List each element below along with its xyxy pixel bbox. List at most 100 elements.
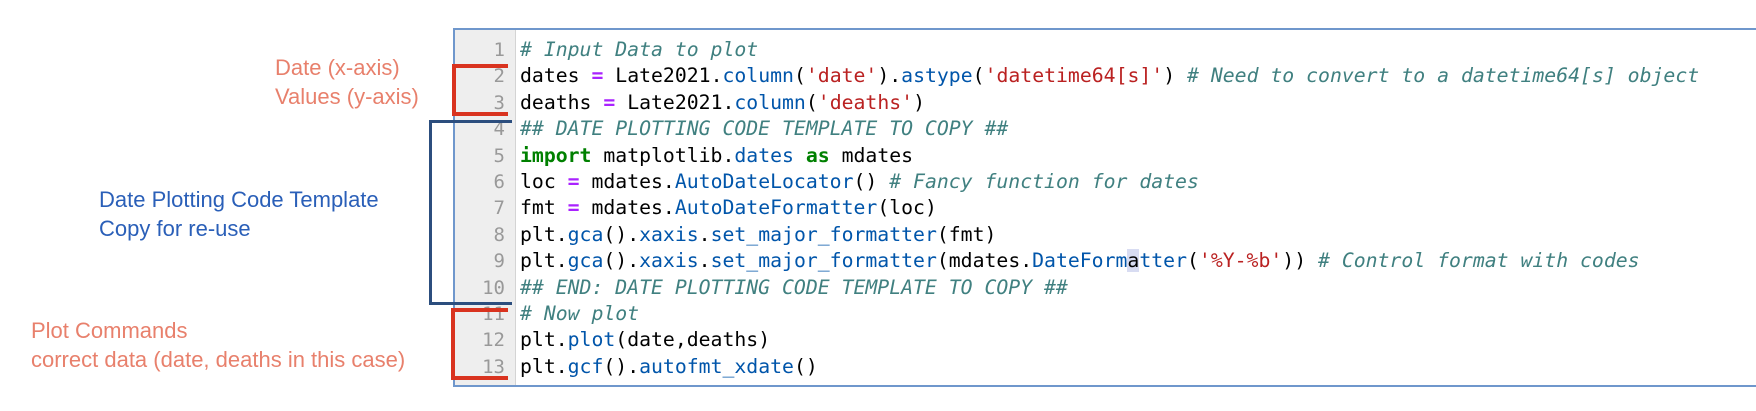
- annotation-line: Values (y-axis): [275, 84, 419, 109]
- code-token: '%Y-%b': [1198, 249, 1283, 273]
- code-line[interactable]: 8 plt.gca().xaxis.set_major_formatter(fmt…: [455, 222, 1756, 248]
- code-token: 'deaths': [817, 90, 914, 114]
- annotation-line: Plot Commands: [31, 318, 188, 343]
- code-token: plt.: [520, 222, 568, 246]
- code-token: # Control format with codes: [1318, 249, 1640, 273]
- code-token: (: [793, 64, 806, 88]
- code-token: (mdates.: [936, 249, 1033, 273]
- code-token: .: [698, 249, 711, 273]
- code-text[interactable]: plt.gca().xaxis.set_major_formatter(fmt): [520, 222, 996, 248]
- annotation-plot: Plot Commands correct data (date, deaths…: [31, 316, 405, 374]
- code-token: AutoDateLocator: [674, 169, 854, 193]
- code-text[interactable]: plt.gcf().autofmt_xdate(): [520, 354, 818, 380]
- code-token: # Input Data to plot: [520, 38, 759, 61]
- code-token: (): [793, 354, 818, 378]
- code-token: tter: [1139, 249, 1187, 273]
- code-token: Late2021.: [603, 64, 723, 88]
- code-line[interactable]: 11 # Now plot: [455, 301, 1756, 327]
- code-token: import: [520, 143, 592, 167]
- code-text[interactable]: import matplotlib.dates as mdates: [520, 143, 913, 169]
- code-token: a: [1127, 249, 1140, 273]
- code-token: 'date': [805, 64, 878, 88]
- code-line[interactable]: 10 ## END: DATE PLOTTING CODE TEMPLATE TO…: [455, 275, 1756, 301]
- code-lines[interactable]: 1 # Input Data to plot 2 dates = Late2021.c…: [455, 37, 1756, 380]
- annotation-template: Date Plotting Code Template Copy for re-…: [99, 185, 379, 243]
- code-token: (date,deaths): [615, 328, 771, 352]
- code-token: xaxis: [639, 222, 699, 246]
- code-token: ## DATE PLOTTING CODE TEMPLATE TO COPY #…: [520, 117, 1009, 141]
- code-text[interactable]: ## END: DATE PLOTTING CODE TEMPLATE TO C…: [520, 275, 1068, 301]
- annotation-data-axes: Date (x-axis) Values (y-axis): [275, 53, 419, 111]
- code-line[interactable]: 13 plt.gcf().autofmt_xdate(): [455, 354, 1756, 380]
- code-text[interactable]: plt.gca().xaxis.set_major_formatter(mdat…: [520, 248, 1640, 274]
- code-token: xaxis: [639, 249, 699, 273]
- code-token: ().: [603, 249, 640, 273]
- code-token: ): [1163, 64, 1188, 88]
- code-token: ).: [877, 64, 902, 88]
- code-token: =: [567, 196, 580, 220]
- code-line[interactable]: 1 # Input Data to plot: [455, 37, 1756, 63]
- code-token: =: [567, 169, 580, 193]
- code-line[interactable]: 12 plt.plot(date,deaths): [455, 327, 1756, 353]
- code-token: dates: [520, 64, 592, 88]
- line-number: 1: [493, 39, 505, 61]
- code-token: .: [698, 222, 711, 246]
- code-token: Late2021.: [615, 90, 735, 114]
- code-line[interactable]: 7 fmt = mdates.AutoDateFormatter(loc): [455, 195, 1756, 221]
- annotation-line: Date (x-axis): [275, 55, 400, 80]
- code-token: as: [805, 143, 830, 167]
- code-token: fmt: [520, 196, 568, 220]
- code-token: (: [805, 90, 818, 114]
- code-line[interactable]: 9 plt.gca().xaxis.set_major_formatter(mda…: [455, 248, 1756, 274]
- code-token: autofmt_xdate: [639, 354, 794, 378]
- code-token: mdates: [829, 143, 914, 167]
- code-token: mdates.: [579, 196, 675, 220]
- code-token: # Need to convert to a datetime64[s] obj…: [1187, 64, 1700, 88]
- code-line[interactable]: 2 dates = Late2021.column('date').astype(…: [455, 63, 1756, 89]
- plot-lines-bracket: [451, 308, 508, 380]
- code-token: =: [603, 90, 616, 114]
- code-token: gca: [567, 222, 604, 246]
- code-token: ): [913, 90, 925, 114]
- code-token: mdates.: [579, 169, 675, 193]
- code-line[interactable]: 3 deaths = Late2021.column('deaths'): [455, 90, 1756, 116]
- code-editor[interactable]: 1 # Input Data to plot 2 dates = Late2021.c…: [453, 28, 1756, 387]
- annotation-line: Date Plotting Code Template: [99, 187, 379, 212]
- code-text[interactable]: deaths = Late2021.column('deaths'): [520, 90, 925, 116]
- code-token: )): [1282, 249, 1319, 273]
- code-token: deaths: [520, 90, 604, 114]
- code-token: column: [734, 90, 806, 114]
- code-token: ().: [603, 354, 640, 378]
- template-lines-bracket: [429, 120, 512, 305]
- code-text[interactable]: # Now plot: [520, 301, 639, 327]
- code-line[interactable]: 6 loc = mdates.AutoDateLocator() # Fancy …: [455, 169, 1756, 195]
- annotation-line: correct data (date, deaths in this case): [31, 347, 406, 372]
- code-token: plot: [567, 328, 616, 352]
- code-token: ## END: DATE PLOTTING CODE TEMPLATE TO C…: [520, 275, 1068, 299]
- code-token: gcf: [567, 354, 604, 378]
- code-text[interactable]: dates = Late2021.column('date').astype('…: [520, 63, 1699, 89]
- data-lines-bracket: [452, 64, 508, 116]
- code-text[interactable]: ## DATE PLOTTING CODE TEMPLATE TO COPY #…: [520, 116, 1008, 142]
- code-token: matplotlib.: [591, 143, 735, 167]
- code-token: set_major_formatter: [710, 249, 937, 273]
- code-token: # Fancy function for dates: [889, 169, 1199, 193]
- code-text[interactable]: plt.plot(date,deaths): [520, 327, 770, 353]
- code-token: (loc): [877, 196, 937, 220]
- code-token: dates: [734, 143, 794, 167]
- code-token: set_major_formatter: [710, 222, 937, 246]
- code-text[interactable]: # Input Data to plot: [520, 37, 758, 63]
- code-token: DateForm: [1032, 249, 1128, 273]
- code-text[interactable]: loc = mdates.AutoDateLocator() # Fancy f…: [520, 169, 1199, 195]
- code-text[interactable]: fmt = mdates.AutoDateFormatter(loc): [520, 195, 937, 221]
- code-token: =: [591, 64, 604, 88]
- code-line[interactable]: 5 import matplotlib.dates as mdates: [455, 143, 1756, 169]
- code-token: 'datetime64[s]': [984, 64, 1164, 88]
- code-line[interactable]: 4 ## DATE PLOTTING CODE TEMPLATE TO COPY …: [455, 116, 1756, 142]
- code-token: ().: [603, 222, 640, 246]
- code-token: plt.: [520, 328, 568, 352]
- code-token: (): [853, 169, 890, 193]
- code-token: loc: [520, 169, 568, 193]
- code-token: gca: [567, 249, 604, 273]
